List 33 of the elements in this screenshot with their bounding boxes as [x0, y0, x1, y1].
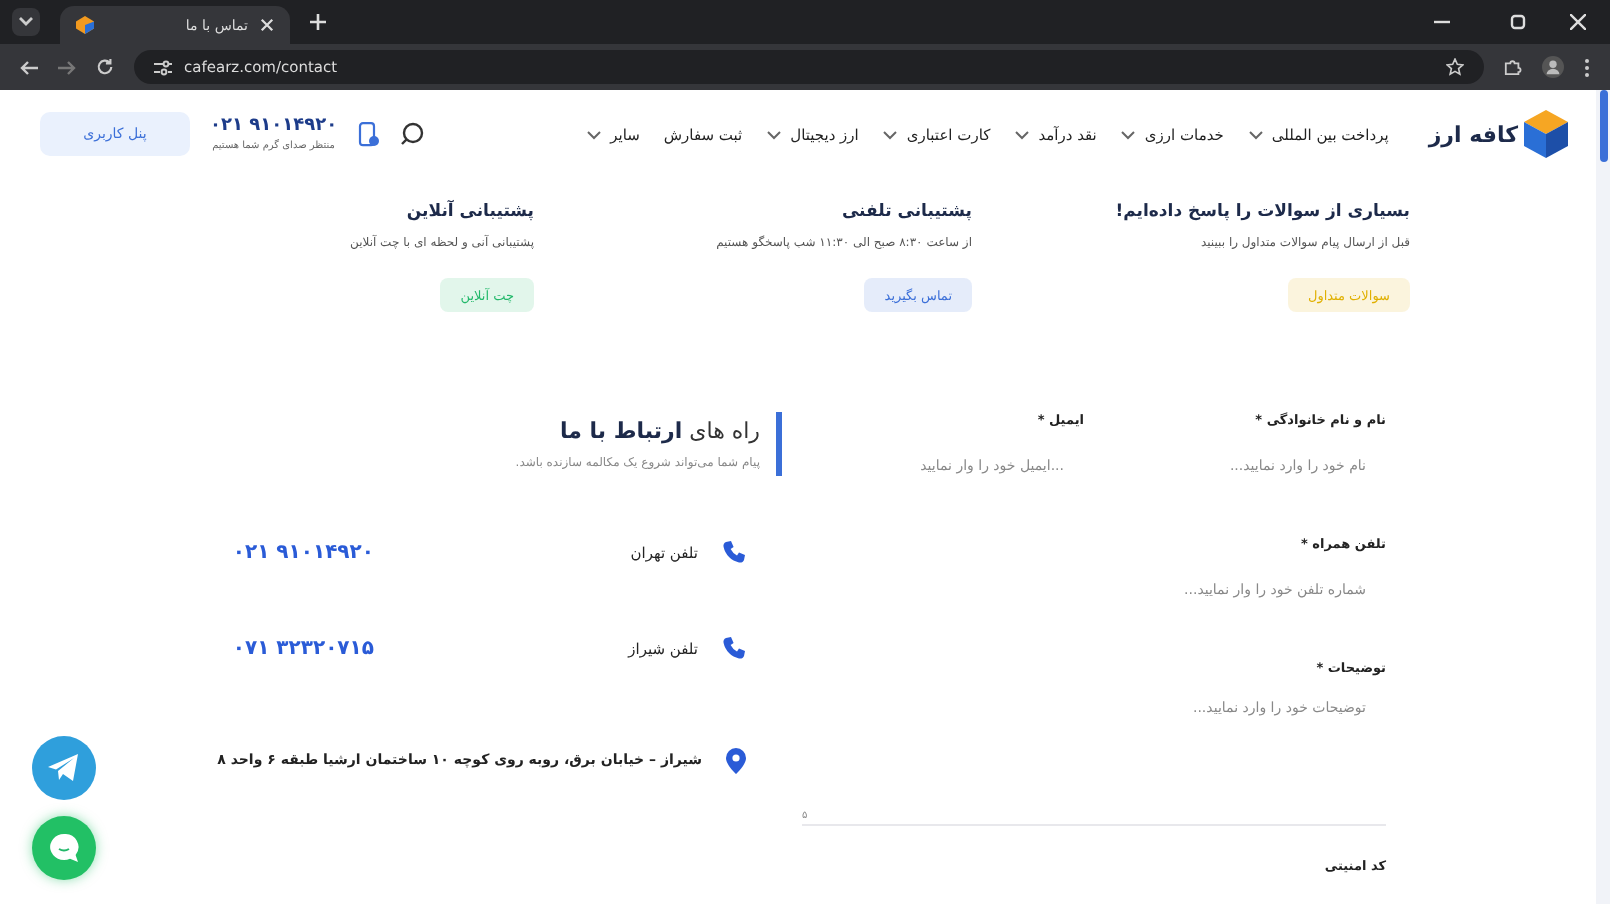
card-title: بسیاری از سوالات را پاسخ داده‌ایم! [1115, 202, 1410, 222]
paper-plane-icon [48, 754, 80, 782]
scrollbar-thumb[interactable] [1600, 90, 1608, 162]
new-tab-icon[interactable] [310, 14, 326, 30]
chevron-down-icon [18, 16, 34, 28]
section-heading: راه های ارتباط با ما [559, 418, 760, 444]
phone-icon [722, 636, 746, 660]
forward-icon[interactable] [58, 59, 76, 75]
site-settings-icon[interactable] [154, 59, 172, 75]
telegram-button[interactable] [32, 736, 96, 800]
reload-icon[interactable] [96, 58, 114, 76]
phone-icon [722, 540, 746, 564]
phone-device-icon[interactable] [357, 121, 380, 147]
search-icon[interactable] [399, 122, 424, 146]
menu-icon[interactable] [1584, 57, 1590, 77]
profile-avatar-icon[interactable] [1542, 56, 1564, 78]
logo-text[interactable]: کافه ارز [1428, 121, 1518, 147]
phone-number[interactable]: ۰۷۱ ۳۲۳۲۰۷۱۵ [232, 637, 374, 659]
close-icon[interactable] [1570, 14, 1586, 30]
restore-icon[interactable] [1510, 14, 1526, 30]
location-pin-icon [726, 747, 746, 773]
bookmark-star-icon[interactable] [1446, 58, 1464, 76]
phone-number[interactable]: ۰۲۱ ۹۱۰۱۴۹۲۰ [210, 116, 338, 136]
card-title: پشتیبانی آنلاین [406, 202, 534, 222]
back-icon[interactable] [20, 59, 38, 75]
favicon-icon [76, 16, 94, 34]
extensions-icon[interactable] [1504, 58, 1522, 76]
tab-list-button[interactable] [12, 8, 40, 36]
close-icon[interactable] [260, 18, 274, 32]
phone-number[interactable]: ۰۲۱ ۹۱۰۱۴۹۲۰ [232, 541, 374, 563]
logo-icon[interactable] [1524, 110, 1568, 158]
chat-bubble-icon [48, 832, 80, 864]
card-title: پشتیبانی تلفنی [841, 202, 972, 222]
